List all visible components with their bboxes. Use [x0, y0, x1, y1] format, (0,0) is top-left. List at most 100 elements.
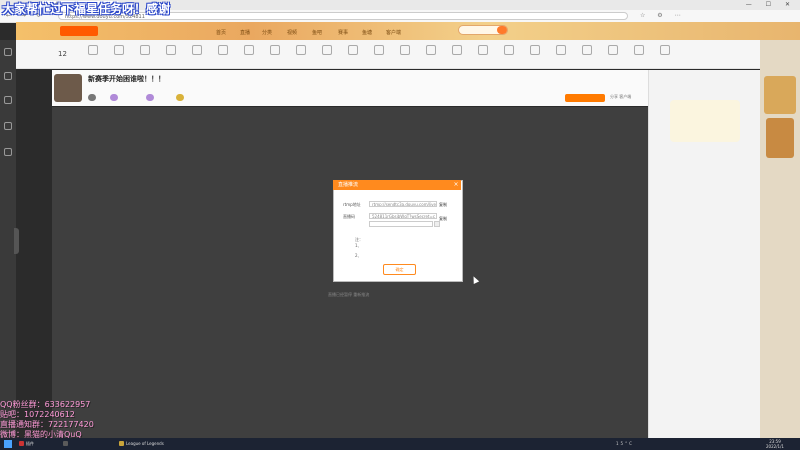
taskbar-item[interactable]: League of Legends [118, 439, 164, 449]
header-nav-item[interactable]: 赛事 [338, 29, 348, 36]
room-tag[interactable] [110, 94, 118, 101]
category-icon [348, 45, 358, 55]
category-item[interactable] [600, 45, 626, 57]
category-icon [452, 45, 462, 55]
header-nav-item[interactable]: 鱼塘 [362, 29, 372, 36]
browser-toolbar-icons[interactable]: ☆ ⚙ ⋯ [640, 11, 686, 21]
site-search-icon[interactable] [497, 26, 507, 34]
category-icon [582, 45, 592, 55]
category-icon [270, 45, 280, 55]
category-count: 12 [58, 50, 67, 58]
follow-button[interactable] [565, 94, 605, 102]
taskbar-clock[interactable]: 23:59 2022/1/1 [760, 438, 790, 449]
category-icon [296, 45, 306, 55]
sidebar-item[interactable] [2, 48, 14, 62]
header-nav-item[interactable]: 鱼吧 [312, 29, 322, 36]
category-icon [426, 45, 436, 55]
category-item[interactable] [80, 45, 106, 57]
header-nav-item[interactable]: 直播 [240, 29, 250, 36]
sidebar-collapse-handle[interactable] [14, 228, 19, 254]
category-item[interactable] [314, 45, 340, 57]
overlay-line: 贴吧：1072240612 [0, 410, 75, 419]
window-controls[interactable]: — ☐ ✕ [746, 0, 796, 10]
sidebar-icon [4, 122, 12, 130]
ad-banner[interactable] [766, 118, 794, 158]
category-item[interactable] [340, 45, 366, 57]
app-icon [63, 441, 68, 446]
sidebar-icon [4, 48, 12, 56]
sidebar-icon [4, 148, 12, 156]
category-icon [504, 45, 514, 55]
header-nav-item[interactable]: 分类 [262, 29, 272, 36]
stream-overlay-banner: 大家帮忙过下福星任务呀！感谢 [2, 2, 171, 16]
stream-overlay-info: QQ粉丝群：633622957 贴吧：1072240612 直播通知群：7221… [0, 400, 94, 440]
sidebar-item[interactable] [2, 72, 14, 86]
sidebar-icon [4, 72, 12, 80]
category-icon [608, 45, 618, 55]
category-icon [530, 45, 540, 55]
douyu-logo[interactable] [60, 26, 98, 36]
room-tag[interactable] [146, 94, 154, 101]
category-item[interactable] [184, 45, 210, 57]
category-item[interactable] [366, 45, 392, 57]
room-tag[interactable] [176, 94, 184, 101]
category-item[interactable] [132, 45, 158, 57]
category-item[interactable] [626, 45, 652, 57]
category-icon [166, 45, 176, 55]
close-icon[interactable]: × [452, 180, 460, 190]
start-icon[interactable] [4, 440, 12, 448]
category-icon [192, 45, 202, 55]
app-icon [19, 441, 24, 446]
category-item[interactable] [392, 45, 418, 57]
category-icon [374, 45, 384, 55]
header-nav-item[interactable]: 首页 [216, 29, 226, 36]
copy-code-button[interactable]: 复制 [439, 216, 447, 222]
category-icon [478, 45, 488, 55]
category-item[interactable] [522, 45, 548, 57]
stream-code-field[interactable]: 524811rGbsjbWqT?wsSecret=c [369, 213, 437, 219]
rtmp-label: rtmp地址 [343, 202, 361, 207]
category-item[interactable] [470, 45, 496, 57]
header-nav-item[interactable]: 客户端 [386, 29, 401, 36]
system-tray[interactable]: 15°C [616, 438, 634, 450]
category-item[interactable] [288, 45, 314, 57]
rtmp-address-field[interactable]: rtmp://sendtc3a.douyu.com/live [369, 201, 437, 207]
refresh-icon[interactable] [434, 221, 440, 227]
sidebar-icon [4, 96, 12, 104]
confirm-button[interactable]: 确定 [383, 264, 416, 275]
category-item[interactable] [652, 45, 678, 57]
category-icon [140, 45, 150, 55]
category-icon [400, 45, 410, 55]
clock-date: 2022/1/1 [766, 444, 784, 449]
room-actions[interactable]: 分享 客户端 [610, 94, 631, 100]
sidebar-item[interactable] [2, 148, 14, 162]
room-tag[interactable] [88, 94, 96, 101]
header-nav-item[interactable]: 视频 [287, 29, 297, 36]
overlay-line: 直播通知群：722177420 [0, 420, 94, 429]
ad-banner[interactable] [764, 76, 796, 114]
category-item[interactable] [236, 45, 262, 57]
streamer-avatar[interactable] [54, 74, 82, 102]
category-item[interactable] [444, 45, 470, 57]
category-item[interactable] [106, 45, 132, 57]
copy-rtmp-button[interactable]: 复制 [439, 202, 447, 208]
category-item[interactable] [262, 45, 288, 57]
stream-code-label: 直播码 [343, 214, 355, 219]
category-item[interactable] [418, 45, 444, 57]
line-select[interactable] [369, 221, 433, 227]
category-icon [634, 45, 644, 55]
category-item[interactable] [210, 45, 236, 57]
category-item[interactable] [548, 45, 574, 57]
category-item[interactable] [496, 45, 522, 57]
category-icon [660, 45, 670, 55]
room-title: 新赛季开始困谁啦！！！ [88, 75, 165, 83]
category-item[interactable] [574, 45, 600, 57]
taskbar-item[interactable] [62, 439, 70, 449]
category-item[interactable] [158, 45, 184, 57]
sidebar-item[interactable] [2, 96, 14, 110]
dialog-note: 1、 [355, 243, 362, 248]
overlay-line: QQ粉丝群：633622957 [0, 400, 91, 409]
taskbar-item[interactable]: 插件 [18, 439, 34, 449]
sidebar-item[interactable] [2, 122, 14, 136]
dialog-note: 2、 [355, 253, 362, 258]
